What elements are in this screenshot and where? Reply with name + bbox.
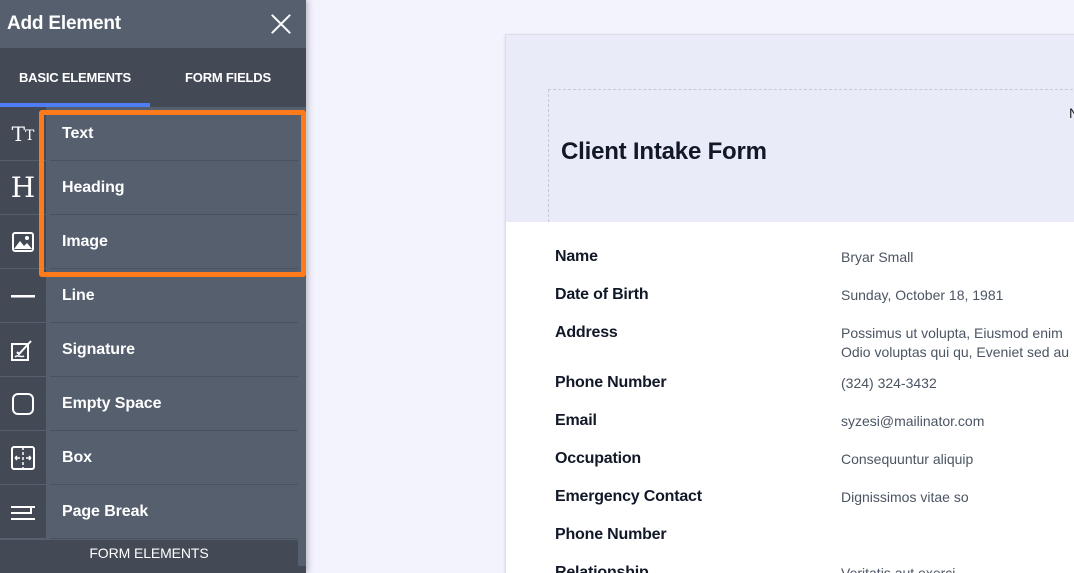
box-icon <box>0 431 46 485</box>
element-item-line[interactable]: Line <box>0 269 306 323</box>
element-item-text[interactable]: TT Text <box>0 107 306 161</box>
image-icon <box>0 215 46 269</box>
panel-bottom-strip <box>0 566 306 573</box>
field-value-relationship: Veritatis aut exerci <box>841 565 956 573</box>
add-element-panel: Add Element BASIC ELEMENTS FORM FIELDS T… <box>0 0 306 573</box>
element-tabs: BASIC ELEMENTS FORM FIELDS <box>0 48 306 107</box>
element-item-label: Box <box>50 431 298 485</box>
header-partial-text: N <box>1069 105 1074 121</box>
field-label-address: Address <box>555 324 618 341</box>
field-value-dob: Sunday, October 18, 1981 <box>841 287 1004 303</box>
field-value-occupation: Consequuntur aliquip <box>841 451 974 467</box>
page-break-icon <box>0 485 46 539</box>
element-item-label: Image <box>50 215 298 269</box>
panel-title: Add Element <box>7 13 121 34</box>
element-item-image[interactable]: Image <box>0 215 306 269</box>
element-item-label: Empty Space <box>50 377 298 431</box>
signature-icon <box>0 323 46 377</box>
element-item-page-break[interactable]: Page Break <box>0 485 306 539</box>
tab-form-fields[interactable]: FORM FIELDS <box>150 48 306 107</box>
element-item-label: Signature <box>50 323 298 377</box>
field-label-relationship: Relationship <box>555 564 649 573</box>
line-icon <box>0 269 46 323</box>
element-item-label: Page Break <box>50 485 298 539</box>
element-item-box[interactable]: Box <box>0 431 306 485</box>
field-value-address: Possimus ut volupta, Eiusmod enim <box>841 325 1063 341</box>
field-label-phone: Phone Number <box>555 374 667 391</box>
element-list: TT Text H Heading Image Line Signature E… <box>0 107 306 539</box>
element-item-empty-space[interactable]: Empty Space <box>0 377 306 431</box>
field-value-phone: (324) 324-3432 <box>841 375 937 391</box>
field-label-email: Email <box>555 412 597 429</box>
tab-basic-elements[interactable]: BASIC ELEMENTS <box>0 48 150 107</box>
field-value-address-line2: Odio voluptas qui qu, Eveniet sed au <box>841 344 1070 360</box>
element-item-label: Line <box>50 269 298 323</box>
element-item-heading[interactable]: H Heading <box>0 161 306 215</box>
form-title[interactable]: Client Intake Form <box>561 138 767 166</box>
close-icon[interactable] <box>270 13 292 35</box>
element-item-signature[interactable]: Signature <box>0 323 306 377</box>
form-page: Client Intake Form N Name Bryar Small Da… <box>505 34 1074 573</box>
empty-space-icon <box>0 377 46 431</box>
element-item-label: Text <box>50 107 298 161</box>
field-label-emergency-phone: Phone Number <box>555 526 667 543</box>
field-label-name: Name <box>555 248 598 265</box>
field-label-dob: Date of Birth <box>555 286 649 303</box>
field-value-email: syzesi@mailinator.com <box>841 413 985 429</box>
field-value-name: Bryar Small <box>841 249 914 265</box>
field-value-emergency-contact: Dignissimos vitae so <box>841 489 969 505</box>
form-header: Client Intake Form N <box>506 35 1074 222</box>
element-item-label: Heading <box>50 161 298 215</box>
form-elements-section-label: FORM ELEMENTS <box>0 540 298 566</box>
field-label-emergency-contact: Emergency Contact <box>555 488 702 505</box>
panel-header: Add Element <box>0 0 306 48</box>
text-icon: TT <box>0 107 46 161</box>
heading-icon: H <box>0 161 46 215</box>
form-canvas: Client Intake Form N Name Bryar Small Da… <box>306 0 1074 573</box>
field-label-occupation: Occupation <box>555 450 642 467</box>
